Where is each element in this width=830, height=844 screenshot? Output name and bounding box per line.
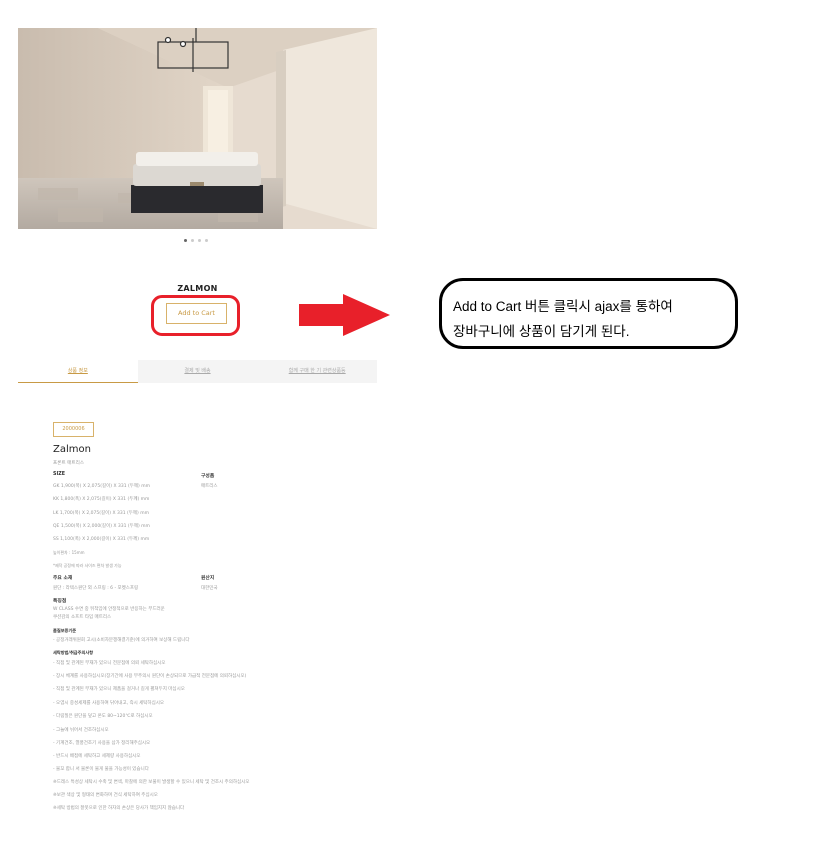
care-label: 세탁방법/취급주의사항 — [53, 650, 94, 655]
size-row: GK 1,900(폭) X 2,075(길이) X 331 (두께) mm — [53, 484, 150, 489]
material-value: 원단 : 라텍스원단 외 스프링 : 6 - 포켓스프링 — [53, 586, 139, 591]
care-line: - 직접 및 관계된 부재가 있으니 전문점에 의뢰 세탁하십시오 — [53, 661, 166, 666]
size-row: KK 1,800(폭) X 2,075(길이) X 331 (두께) mm — [53, 497, 150, 502]
warranty-value: - 공정거래위원회 고시(소비자분쟁해결기준)에 의거하여 보상해 드립니다 — [53, 638, 190, 643]
warranty-label: 품질보증기준 — [53, 628, 77, 633]
arrow-right-icon — [299, 294, 390, 336]
composition-label: 구성품 — [201, 474, 215, 479]
origin-value: 대한민국 — [201, 586, 218, 591]
care-line: - 직접 및 관계된 부재가 있으니 제품을 걸거나 길게 펼쳐두지 마십시오 — [53, 687, 185, 692]
product-name: ZALMON — [177, 284, 218, 293]
care-line: - 반드시 배접에 세탁하고 세제량 사용하십시오 — [53, 754, 141, 759]
callout-line-2: 장바구니에 상품이 담기게 된다. — [453, 324, 630, 339]
care-line: - 기계건조, 열풍건조기 사용을 삼가 정리해주십시오 — [53, 741, 151, 746]
care-line: - 오염시 중성세제를 사용하여 닦아내고, 즉시 세탁하십시오 — [53, 701, 164, 706]
tab-payment-shipping[interactable]: 결제 및 배송 — [137, 360, 258, 383]
tab-product-info[interactable]: 상품 정보 — [18, 360, 138, 383]
care-line: ※보관 색상 및 형태의 변화하며 건식 세탁하여 주십시오 — [53, 793, 158, 798]
size-row: SS 1,100(폭) X 2,000(길이) X 331 (두께) mm — [53, 537, 150, 542]
care-line: - 장시 체계를 사용하십시오(장기간에 사용 부주의시 원단이 손상되므로 가… — [53, 674, 247, 679]
size-note: *제작 공정에 따라 사이즈 편차 발생 가능 — [53, 563, 122, 568]
care-line: - 물꼬 합니 서 물론이 물게 물을 가능성이 있습니다 — [53, 767, 149, 772]
add-to-cart-button[interactable]: Add to Cart — [166, 303, 227, 324]
slider-dot-4[interactable] — [205, 239, 208, 242]
feature-line: W CLASS 수면 중 뒤척임에 안정적으로 반응하는 부드러운 — [53, 607, 165, 612]
tab-related-products[interactable]: 함께 구매 한 기 관련상품등 — [257, 360, 378, 383]
height-note: 높이편차 : 15mm — [53, 550, 85, 555]
product-image[interactable] — [18, 28, 377, 229]
care-line: ※드레스 특성상 세탁시 수축 및 변색, 마찰에 의한 보풀이 발생할 수 있… — [53, 780, 250, 785]
slider-dot-2[interactable] — [191, 239, 194, 242]
annotation-callout: Add to Cart 버튼 클릭시 ajax를 통하여 장바구니에 상품이 담… — [439, 278, 738, 349]
callout-line-1: Add to Cart 버튼 클릭시 ajax를 통하여 — [453, 299, 673, 314]
slider-dot-1[interactable] — [184, 239, 187, 242]
feature-line: 쿠션감의 소프트 타입 매트리스 — [53, 615, 112, 620]
detail-tabs: 상품 정보 결제 및 배송 함께 구매 한 기 관련상품등 — [18, 360, 378, 383]
care-line: - 그늘에 뉘어서 건조하십시오 — [53, 728, 109, 733]
material-label: 주요 소재 — [53, 576, 73, 581]
feature-label: 특징점 — [53, 599, 67, 604]
size-row: QE 1,500(폭) X 2,000(길이) X 331 (두께) mm — [53, 524, 150, 529]
origin-label: 원산지 — [201, 576, 215, 581]
slider-dots — [184, 239, 208, 242]
care-line: - 다림질은 원단을 덮고 온도 80~120℃로 하십시오 — [53, 714, 153, 719]
care-line: ※세탁 방법의 잘못으로 인한 하자의 손상은 당사가 책임지지 않습니다 — [53, 806, 185, 811]
composition-value: 매트리스 — [201, 484, 218, 489]
product-code-badge: 2000006 — [53, 422, 94, 437]
slider-dot-3[interactable] — [198, 239, 201, 242]
size-row: LK 1,700(폭) X 2,075(길이) X 331 (두께) mm — [53, 511, 149, 516]
detail-subtitle: 프론트 매트리스 — [53, 461, 85, 466]
detail-title: Zalmon — [53, 444, 91, 455]
size-label: SIZE — [53, 472, 65, 477]
bedroom-scene-image — [18, 28, 377, 229]
